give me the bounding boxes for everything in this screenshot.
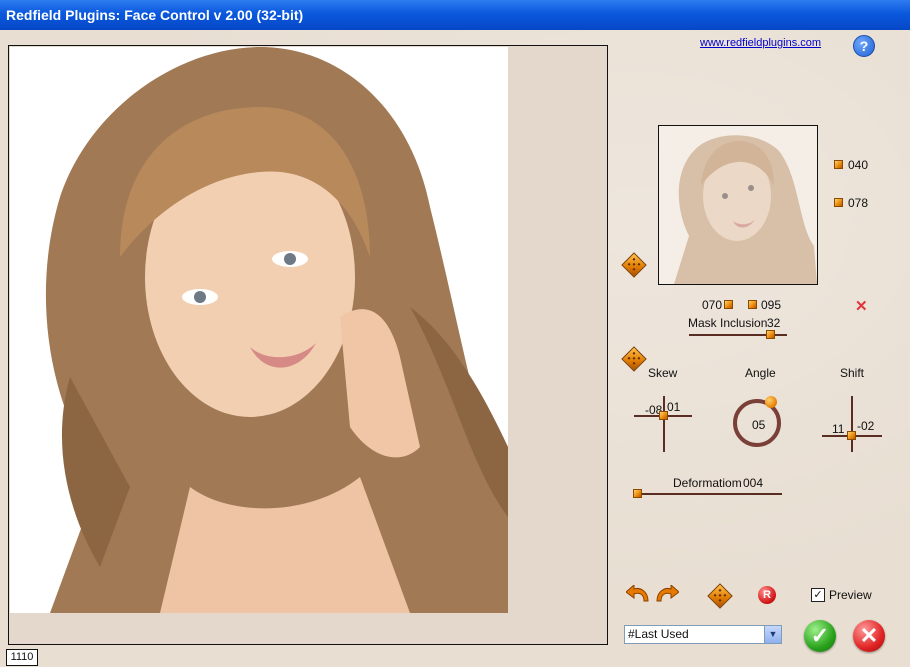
reset-button[interactable]: R — [758, 586, 776, 604]
mask-inclusion-label: Mask Inclusion — [688, 316, 768, 330]
ok-button[interactable]: ✓ — [804, 620, 836, 652]
deformation-track[interactable] — [636, 493, 782, 495]
thumb-bottom-left-value: 070 — [702, 298, 723, 312]
thumb-bottom-right-handle[interactable] — [748, 300, 757, 309]
shift-label: Shift — [840, 366, 865, 380]
thumb-right-bottom-value: 078 — [848, 196, 869, 210]
skew-y-value: 01 — [667, 400, 681, 414]
angle-label: Angle — [745, 366, 776, 380]
redo-icon[interactable] — [655, 583, 680, 603]
skew-label: Skew — [648, 366, 678, 380]
preset-value: #Last Used — [628, 627, 689, 641]
mask-inclusion-value: 32 — [767, 316, 781, 330]
mask-inclusion-slider-handle[interactable] — [766, 330, 775, 339]
angle-handle[interactable] — [765, 396, 777, 408]
preview-thumbnail[interactable] — [658, 125, 818, 285]
preset-select[interactable]: #Last Used ▼ — [624, 625, 782, 644]
deformation-value: 004 — [743, 476, 764, 490]
status-value: 1110 — [6, 649, 38, 666]
preview-checkbox[interactable]: ✓ — [811, 588, 825, 602]
chevron-down-icon[interactable]: ▼ — [764, 626, 781, 643]
shift-vertical-axis — [851, 396, 853, 452]
thumb-right-top-value: 040 — [848, 158, 869, 172]
cancel-button[interactable]: ✕ — [853, 620, 885, 652]
website-link[interactable]: www.redfieldplugins.com — [700, 37, 821, 49]
skew-vertical-axis — [663, 396, 665, 452]
thumb-right-bottom-handle[interactable] — [834, 198, 843, 207]
window-title: Redfield Plugins: Face Control v 2.00 (3… — [0, 0, 910, 30]
shift-handle[interactable] — [847, 431, 856, 440]
thumb-bottom-right-value: 095 — [761, 298, 782, 312]
deformation-label: Deformatiom — [673, 476, 742, 490]
thumb-right-top-handle[interactable] — [834, 160, 843, 169]
thumb-bottom-left-handle[interactable] — [724, 300, 733, 309]
undo-icon[interactable] — [625, 583, 650, 603]
shift-y-value: -02 — [857, 419, 875, 433]
close-icon[interactable]: ✕ — [855, 297, 868, 315]
skew-handle[interactable] — [659, 411, 668, 420]
help-button[interactable]: ? — [853, 35, 875, 57]
image-canvas[interactable] — [8, 45, 608, 645]
portrait-photo — [10, 47, 508, 613]
preview-label: Preview — [829, 588, 872, 602]
shift-x-value: 11 — [832, 422, 845, 436]
angle-value: 05 — [752, 418, 766, 432]
deformation-slider-handle[interactable] — [633, 489, 642, 498]
